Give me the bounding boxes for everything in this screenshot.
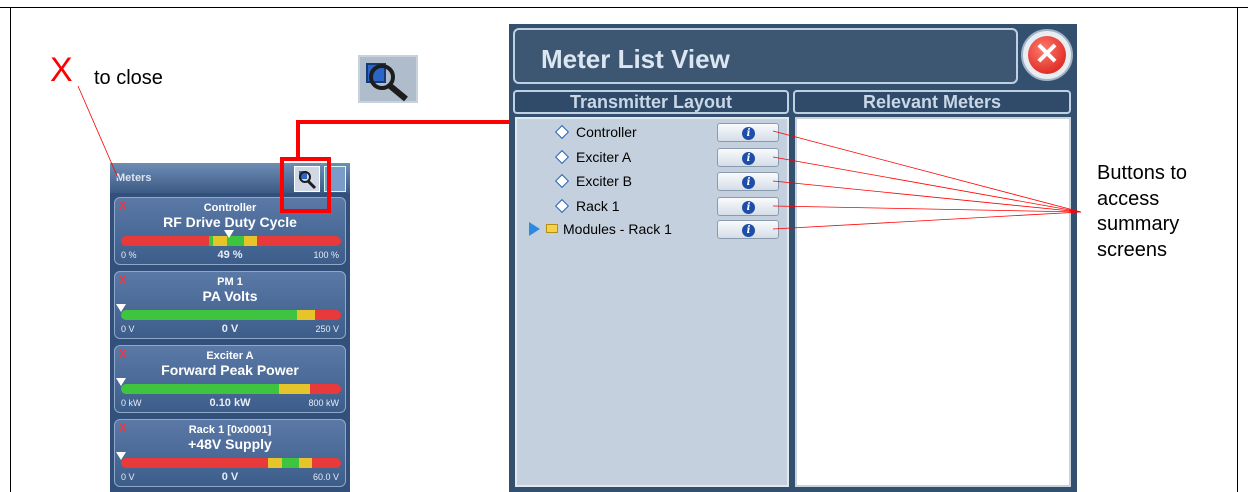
- meter-widget: X PM 1 PA Volts 0 V0 V 250 V: [114, 271, 346, 339]
- relevant-meters-list: [795, 117, 1071, 487]
- tree-node[interactable]: Rack 1 i: [517, 195, 791, 217]
- close-annotation-text: to close: [94, 67, 163, 89]
- meter-bar-segment: [312, 458, 341, 468]
- meter-pointer: [116, 452, 126, 460]
- meter-max: 250 V: [315, 324, 339, 334]
- relevant-meters-header: Relevant Meters: [793, 90, 1071, 114]
- meter-bar: [121, 310, 341, 320]
- meter-bar-segment: [297, 310, 315, 320]
- arrow-segment: [296, 120, 516, 124]
- tree-node[interactable]: Exciter A i: [517, 146, 791, 168]
- figure-frame-left: [10, 7, 11, 492]
- buttons-annotation-line: screens: [1097, 238, 1168, 261]
- tree-node-label: Exciter A: [576, 149, 632, 165]
- tree-node-label: Controller: [576, 124, 637, 140]
- meter-bar: [121, 458, 341, 468]
- close-annotation-symbol: X: [50, 51, 73, 89]
- transmitter-layout-header: Transmitter Layout: [513, 90, 789, 114]
- meter-pointer: [116, 378, 126, 386]
- meters-panel-title: Meters: [116, 172, 152, 184]
- arrow-segment: [296, 120, 300, 158]
- expand-arrow-icon[interactable]: [529, 222, 540, 236]
- meter-bar: [121, 384, 341, 394]
- window-titlebar: Meter List View: [513, 28, 1018, 84]
- diamond-icon: [554, 124, 570, 140]
- tree-node[interactable]: Controller i: [517, 121, 791, 143]
- meter-bar-segment: [299, 458, 313, 468]
- zoom-button-highlight: [280, 157, 331, 213]
- meter-bar-segment: [121, 384, 280, 394]
- buttons-annotation: Buttons to access summary screens: [1097, 161, 1187, 263]
- meter-max: 60.0 V: [312, 472, 339, 482]
- tree-node-label: Rack 1: [576, 198, 620, 214]
- meter-source: Rack 1 [0x0001]: [188, 424, 272, 436]
- meter-bar-segment: [257, 236, 341, 246]
- buttons-annotation-line: access: [1097, 187, 1160, 210]
- meter-value: 0 V: [221, 471, 239, 483]
- meter-source: Exciter A: [206, 350, 254, 362]
- folder-icon: [546, 224, 558, 233]
- info-icon: i: [742, 127, 755, 140]
- meter-bar-segment: [310, 384, 341, 394]
- close-button[interactable]: ✕: [1021, 29, 1073, 81]
- buttons-annotation-line: summary: [1097, 213, 1180, 236]
- meter-name: +48V Supply: [188, 436, 272, 452]
- meter-pointer: [116, 304, 126, 312]
- meter-max: 100 %: [313, 250, 339, 260]
- meter-name: RF Drive Duty Cycle: [163, 214, 297, 230]
- info-button[interactable]: i: [717, 172, 779, 191]
- meter-bar-segment: [121, 236, 209, 246]
- meter-widget: X Exciter A Forward Peak Power 0 kW 0.10 kW 8…: [114, 345, 346, 413]
- meter-bar-segment: [314, 310, 341, 320]
- info-button[interactable]: i: [717, 220, 779, 239]
- info-icon: i: [742, 201, 755, 214]
- transmitter-layout-tree: Controller i Exciter Ai Exciter Bi Rack 1 i Mo…: [515, 117, 789, 487]
- tree-node-label: Exciter B: [576, 173, 633, 189]
- meter-source: PM 1: [217, 276, 243, 288]
- meter-bar-segment: [268, 458, 282, 468]
- zoom-icon-enlarged: [358, 55, 418, 103]
- info-button[interactable]: i: [717, 197, 779, 216]
- info-icon: i: [742, 152, 755, 165]
- figure-frame-right: [1237, 7, 1238, 492]
- window-title: Meter List View: [541, 44, 730, 74]
- meter-name: PA Volts: [202, 288, 258, 304]
- meter-bar-segment: [244, 236, 258, 246]
- figure-frame-top: [0, 7, 1248, 8]
- meter-value: 0 V: [221, 323, 239, 335]
- diamond-icon: [554, 198, 570, 214]
- info-icon: i: [742, 224, 755, 237]
- meter-max: 800 kW: [308, 398, 339, 408]
- info-button[interactable]: i: [717, 148, 779, 167]
- tree-node[interactable]: Modules - Rack 1 i: [517, 218, 791, 240]
- meter-bar-segment: [281, 458, 300, 468]
- info-icon: i: [742, 176, 755, 189]
- meter-bar-segment: [121, 458, 269, 468]
- meter-name: Forward Peak Power: [161, 362, 299, 378]
- meter-pointer: [223, 230, 234, 238]
- meter-bar-segment: [279, 384, 311, 394]
- meter-list-view-window: Meter List View ✕ Transmitter Layout Rel…: [509, 24, 1077, 492]
- tree-node-label: Modules - Rack 1: [563, 221, 672, 237]
- diamond-icon: [554, 149, 570, 165]
- meter-widget: X Rack 1 [0x0001] +48V Supply 0 V0 V 60.0 V: [114, 419, 346, 487]
- buttons-annotation-line: Buttons to: [1097, 162, 1188, 184]
- close-icon: ✕: [1028, 36, 1066, 74]
- info-button[interactable]: i: [717, 123, 779, 142]
- meter-bar-segment: [121, 310, 297, 320]
- meter-value: 49 %: [217, 249, 243, 261]
- diamond-icon: [554, 173, 570, 189]
- tree-node[interactable]: Exciter B i: [517, 170, 791, 192]
